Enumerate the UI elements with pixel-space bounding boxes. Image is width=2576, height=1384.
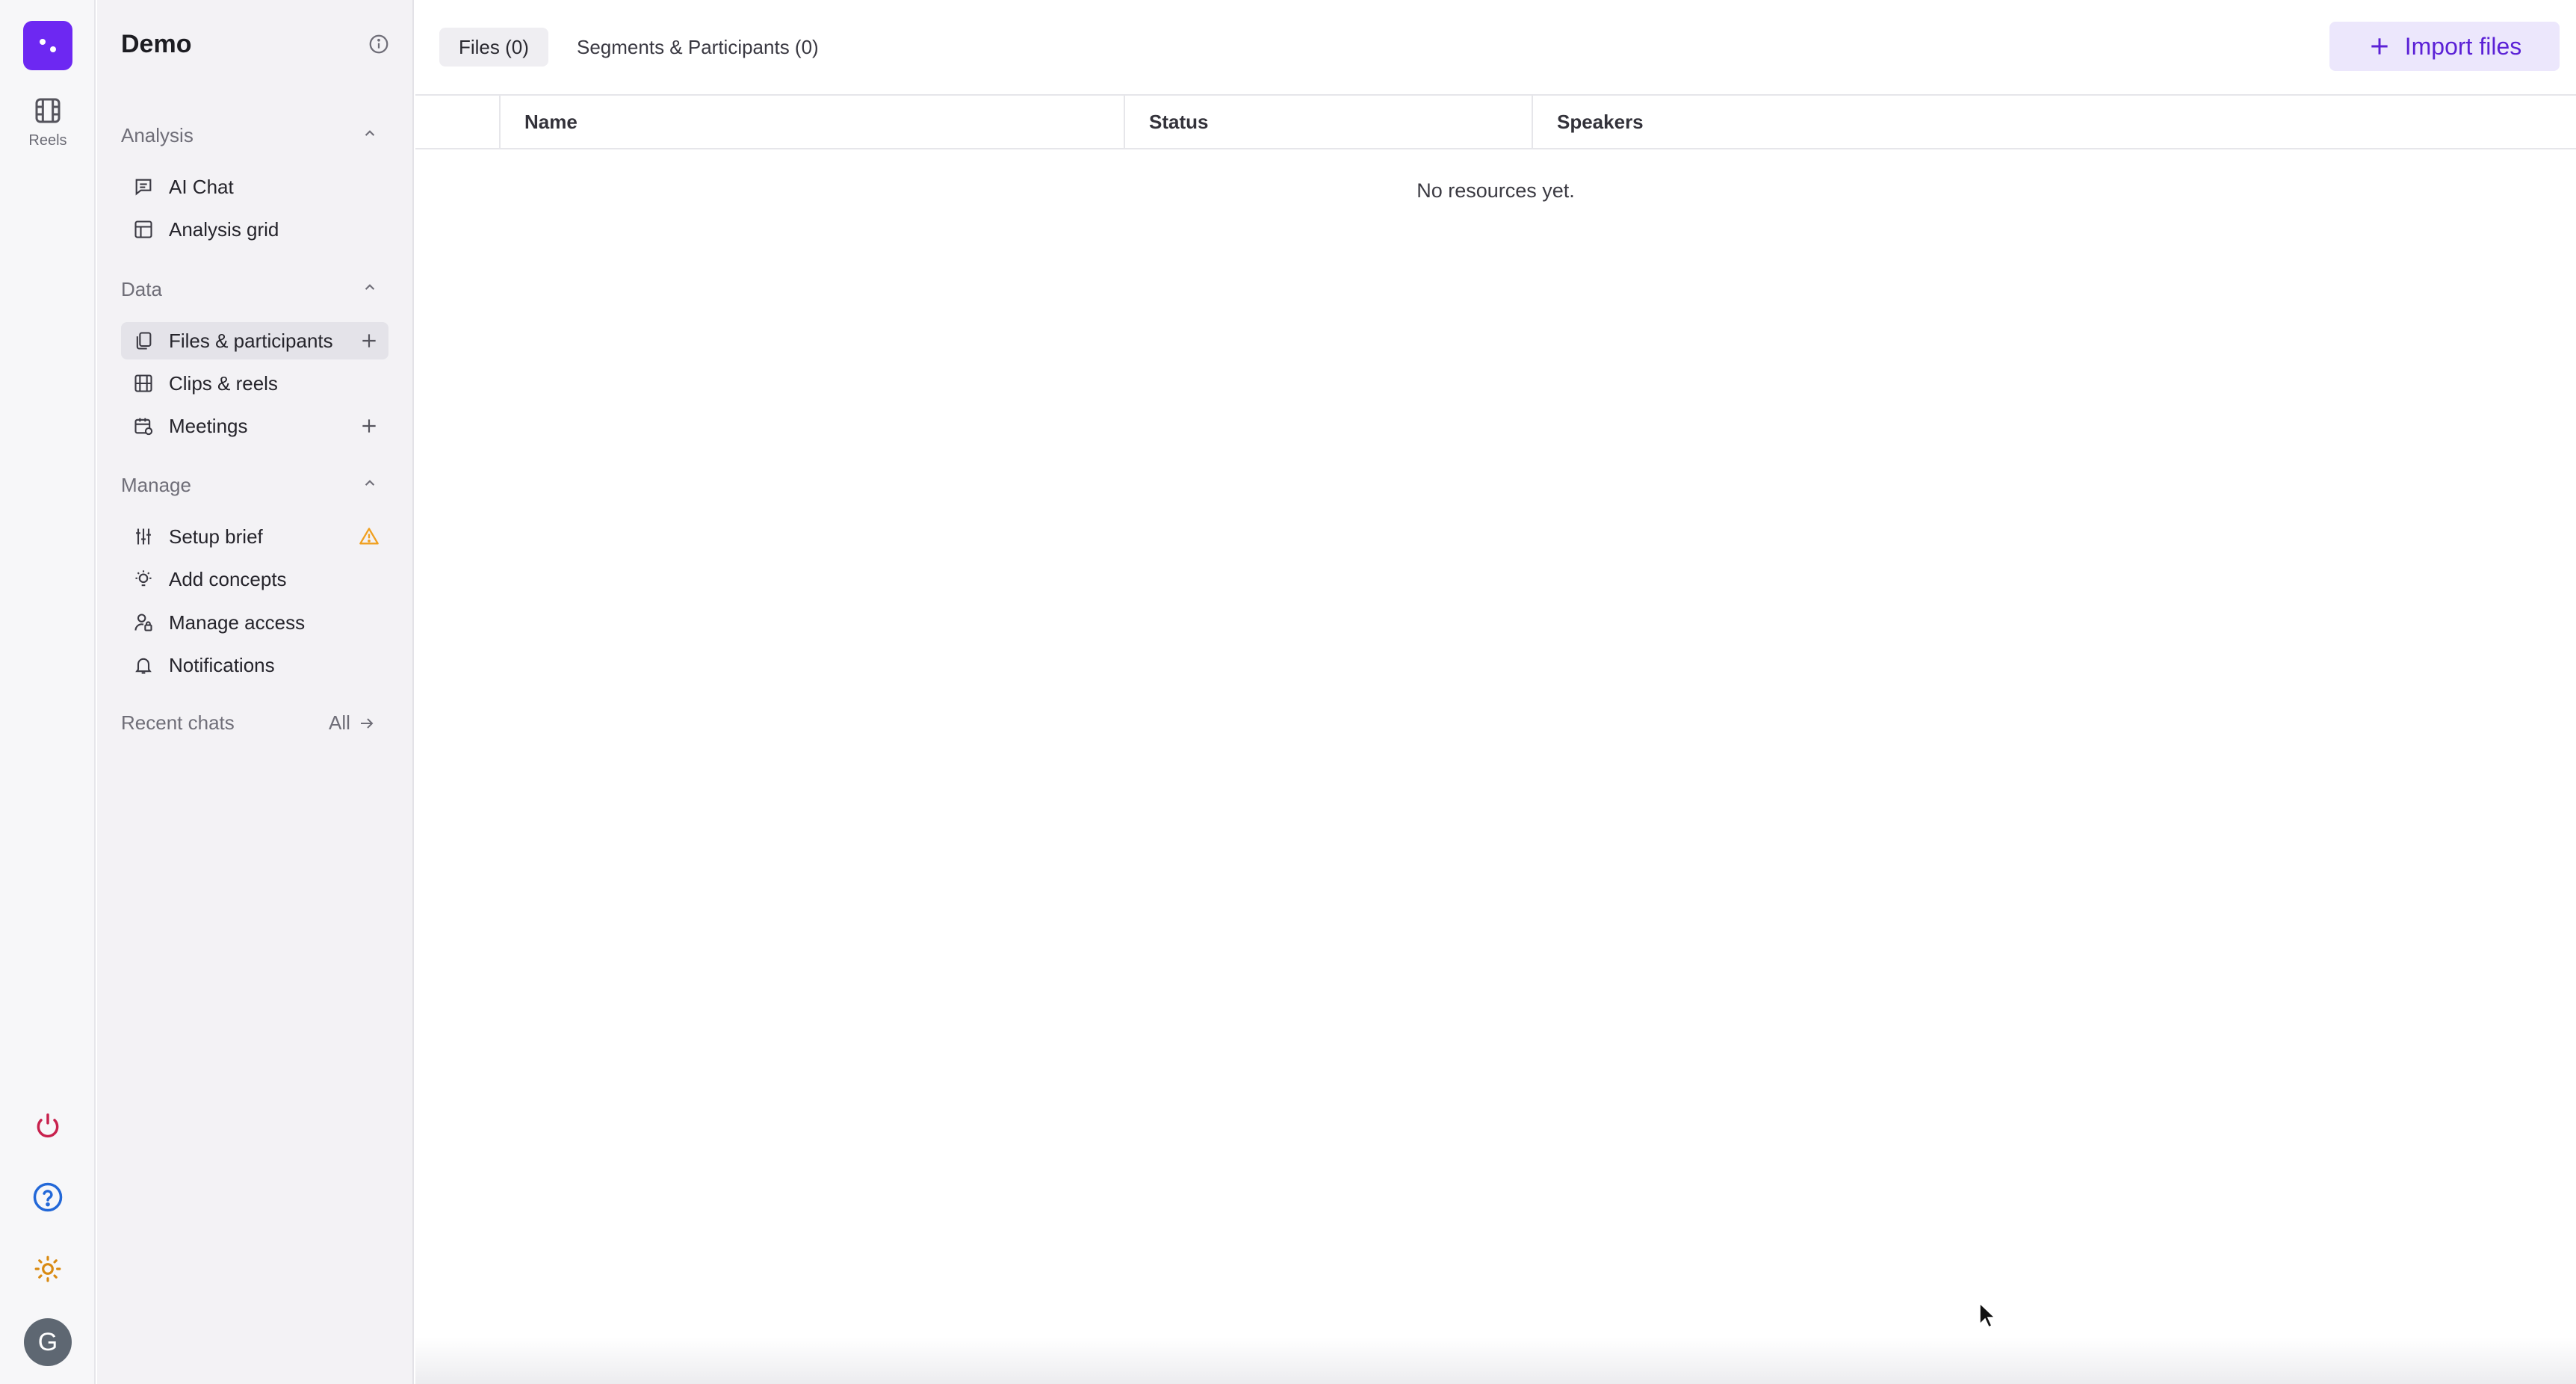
column-header-status[interactable]: Status	[1124, 96, 1532, 148]
sidebar-item-label: Setup brief	[169, 525, 263, 548]
all-link-label: All	[329, 711, 350, 734]
film-icon	[133, 373, 154, 394]
import-files-label: Import files	[2404, 32, 2522, 60]
sidebar-item-ai-chat[interactable]: AI Chat	[121, 168, 388, 206]
app-rail: Reels G	[0, 0, 96, 1384]
power-button[interactable]	[25, 1103, 70, 1148]
rail-item-reels[interactable]: Reels	[0, 96, 96, 149]
import-files-button[interactable]: Import files	[2329, 22, 2560, 71]
user-avatar[interactable]: G	[24, 1318, 72, 1366]
sidebar-item-notifications[interactable]: Notifications	[121, 646, 388, 684]
sidebar-item-add-concepts[interactable]: Add concepts	[121, 560, 388, 598]
column-header-name[interactable]: Name	[499, 96, 1124, 148]
select-column	[415, 96, 499, 148]
sidebar-item-clips-reels[interactable]: Clips & reels	[121, 365, 388, 402]
add-file-icon[interactable]	[359, 330, 380, 351]
tab-files[interactable]: Files (0)	[439, 28, 548, 67]
rail-item-label: Reels	[28, 132, 67, 149]
sidebar-item-label: Add concepts	[169, 567, 287, 590]
recent-chats-label: Recent chats	[121, 711, 235, 734]
chevron-up-icon[interactable]	[360, 278, 380, 301]
grid-icon	[133, 219, 154, 240]
sidebar-item-label: AI Chat	[169, 175, 234, 198]
sidebar-item-label: Clips & reels	[169, 371, 278, 395]
app-logo[interactable]	[23, 21, 72, 70]
sidebar-item-label: Files & participants	[169, 329, 333, 352]
sidebar-item-manage-access[interactable]: Manage access	[121, 604, 388, 641]
sidebar-item-meetings[interactable]: Meetings	[121, 407, 388, 445]
avatar-initial: G	[37, 1327, 58, 1356]
sidebar-item-label: Notifications	[169, 653, 275, 676]
arrow-right-icon	[360, 717, 374, 729]
section-header-analysis[interactable]: Analysis	[121, 124, 193, 147]
add-meeting-icon[interactable]	[359, 415, 380, 436]
sidebar-item-files-participants[interactable]: Files & participants	[121, 322, 388, 359]
project-sidebar: Demo Analysis AI Chat Analysis grid Data…	[97, 0, 414, 1384]
files-table-header: Name Status Speakers	[415, 94, 2576, 149]
help-icon	[33, 1182, 63, 1212]
sidebar-item-label: Manage access	[169, 611, 306, 634]
empty-state-message: No resources yet.	[1417, 179, 1575, 202]
power-icon	[37, 1113, 59, 1138]
help-button[interactable]	[25, 1175, 70, 1220]
bottom-edge	[415, 1338, 2576, 1384]
calendar-icon	[133, 415, 154, 436]
main-content: Files (0) Segments & Participants (0) Im…	[415, 0, 2576, 1384]
chevron-up-icon[interactable]	[360, 474, 380, 497]
plus-icon	[2371, 38, 2388, 55]
sliders-icon	[133, 526, 154, 547]
film-icon	[35, 98, 61, 123]
lightbulb-icon	[133, 569, 154, 590]
tab-segments-participants[interactable]: Segments & Participants (0)	[557, 28, 838, 67]
recent-chats-all-link[interactable]: All	[329, 711, 376, 735]
project-title: Demo	[121, 30, 192, 58]
chat-icon	[133, 176, 154, 197]
sidebar-item-setup-brief[interactable]: Setup brief	[121, 518, 388, 555]
column-header-speakers[interactable]: Speakers	[1532, 96, 2576, 148]
files-icon	[133, 330, 154, 351]
info-button[interactable]	[368, 33, 390, 59]
sidebar-item-analysis-grid[interactable]: Analysis grid	[121, 211, 388, 248]
section-header-data[interactable]: Data	[121, 278, 162, 301]
sidebar-item-label: Meetings	[169, 414, 248, 437]
section-header-manage[interactable]: Manage	[121, 474, 191, 497]
bell-icon	[133, 655, 154, 676]
sidebar-item-label: Analysis grid	[169, 217, 279, 241]
mouse-cursor-icon	[1979, 1302, 1996, 1329]
info-icon	[369, 34, 388, 54]
lock-user-icon	[133, 612, 154, 633]
warning-icon	[359, 526, 380, 547]
sun-icon	[34, 1255, 61, 1282]
chevron-up-icon[interactable]	[360, 124, 380, 147]
theme-toggle-button[interactable]	[25, 1246, 70, 1291]
